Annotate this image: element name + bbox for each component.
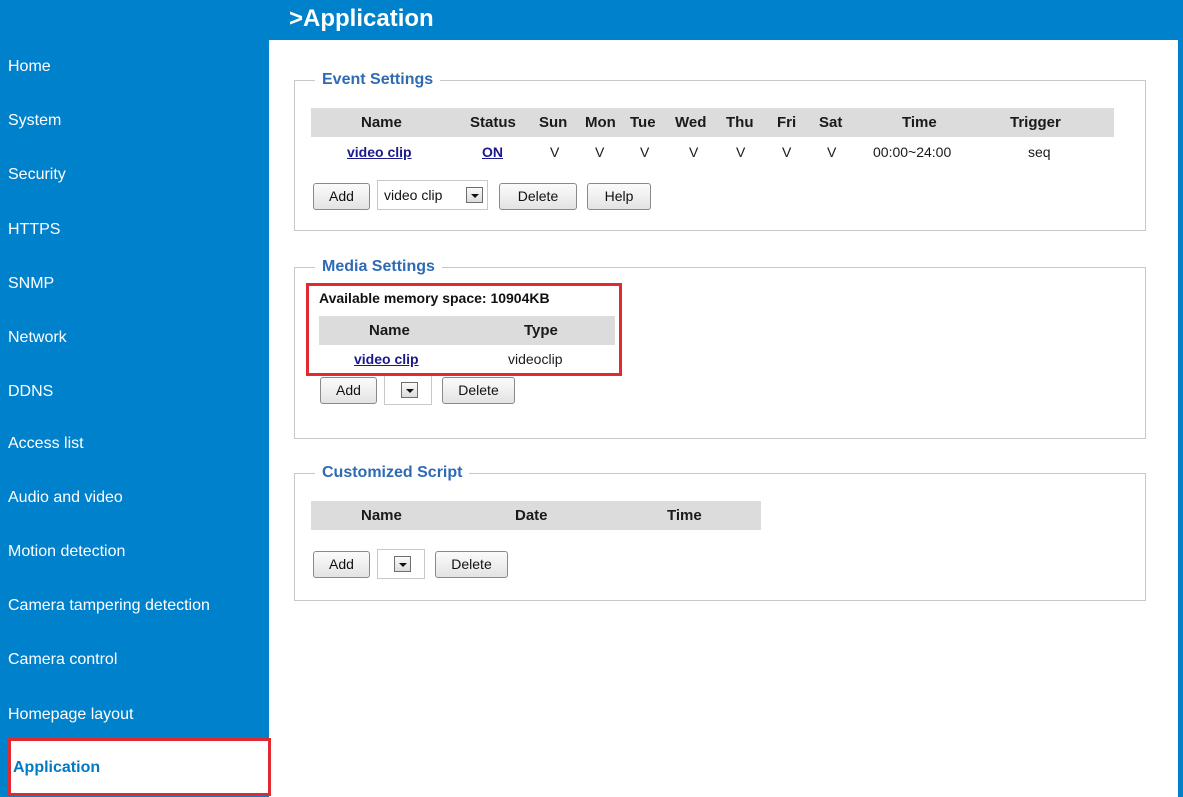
media-select[interactable] <box>384 375 432 405</box>
col-header-name: Name <box>361 114 402 131</box>
chevron-down-icon[interactable] <box>394 556 411 572</box>
event-select[interactable]: video clip <box>377 180 488 210</box>
col-header-sun: Sun <box>539 114 568 131</box>
sidebar-item-homepage-layout[interactable]: Homepage layout <box>8 688 269 742</box>
event-row-sat: V <box>827 144 837 160</box>
sidebar-item-access-list[interactable]: Access list <box>8 417 269 471</box>
media-add-button[interactable]: Add <box>320 377 377 404</box>
sidebar-item-snmp[interactable]: SNMP <box>8 257 269 311</box>
sidebar-item-home[interactable]: Home <box>8 40 269 94</box>
chevron-down-icon[interactable] <box>401 382 418 398</box>
script-select[interactable] <box>377 549 425 579</box>
col-header-time: Time <box>902 114 937 131</box>
event-status-link[interactable]: ON <box>482 144 503 160</box>
event-help-button[interactable]: Help <box>587 183 651 210</box>
page-title: >Application <box>289 5 434 32</box>
media-delete-button[interactable]: Delete <box>442 377 515 404</box>
customized-script-legend: Customized Script <box>315 463 470 483</box>
event-row-tue: V <box>640 144 650 160</box>
sidebar-item-camera-tampering-detection[interactable]: Camera tampering detection <box>8 579 269 633</box>
col-header-mon: Mon <box>585 114 616 131</box>
right-border <box>1178 40 1183 797</box>
active-item-highlight <box>8 738 271 796</box>
event-row-fri: V <box>782 144 792 160</box>
event-settings-legend: Event Settings <box>315 70 441 90</box>
event-row-mon: V <box>595 144 605 160</box>
sidebar: Home System Security HTTPS SNMP Network … <box>0 0 269 797</box>
event-row-status[interactable]: ON <box>482 142 503 162</box>
memory-highlight-box <box>306 283 622 376</box>
col-header-fri: Fri <box>777 114 797 131</box>
col-header-trigger: Trigger <box>1010 114 1061 131</box>
sidebar-item-audio-and-video[interactable]: Audio and video <box>8 471 269 525</box>
col-header-status: Status <box>470 114 516 131</box>
event-table-header <box>311 108 1114 137</box>
sidebar-item-https[interactable]: HTTPS <box>8 203 269 257</box>
event-row-wed: V <box>689 144 699 160</box>
event-select-value: video clip <box>384 187 443 203</box>
event-row-time: 00:00~24:00 <box>873 144 952 160</box>
event-add-button[interactable]: Add <box>313 183 370 210</box>
sidebar-item-security[interactable]: Security <box>8 148 269 202</box>
header-bar: >Application <box>269 0 1183 40</box>
col-header-sat: Sat <box>819 114 843 131</box>
event-row-name-link[interactable]: video clip <box>347 142 412 162</box>
sidebar-item-network[interactable]: Network <box>8 311 269 365</box>
media-settings-legend: Media Settings <box>315 257 442 277</box>
sidebar-item-ddns[interactable]: DDNS <box>8 365 269 419</box>
script-delete-button[interactable]: Delete <box>435 551 508 578</box>
customized-script-panel: Customized Script Name Date Time Add Del… <box>294 463 1146 601</box>
script-add-button[interactable]: Add <box>313 551 370 578</box>
event-row-sun: V <box>550 144 560 160</box>
script-col-header-name: Name <box>361 507 402 524</box>
event-settings-panel: Event Settings Name Status Sun Mon Tue W… <box>294 70 1146 231</box>
col-header-wed: Wed <box>675 114 707 131</box>
script-col-header-time: Time <box>667 507 702 524</box>
sidebar-item-camera-control[interactable]: Camera control <box>8 633 269 687</box>
col-header-tue: Tue <box>630 114 656 131</box>
event-name-link[interactable]: video clip <box>347 144 412 160</box>
col-header-thu: Thu <box>726 114 754 131</box>
chevron-down-icon[interactable] <box>466 187 483 203</box>
event-delete-button[interactable]: Delete <box>499 183 577 210</box>
event-row-thu: V <box>736 144 746 160</box>
sidebar-item-motion-detection[interactable]: Motion detection <box>8 525 269 579</box>
event-row-trigger: seq <box>1028 144 1051 160</box>
sidebar-item-system[interactable]: System <box>8 94 269 148</box>
script-col-header-date: Date <box>515 507 548 524</box>
